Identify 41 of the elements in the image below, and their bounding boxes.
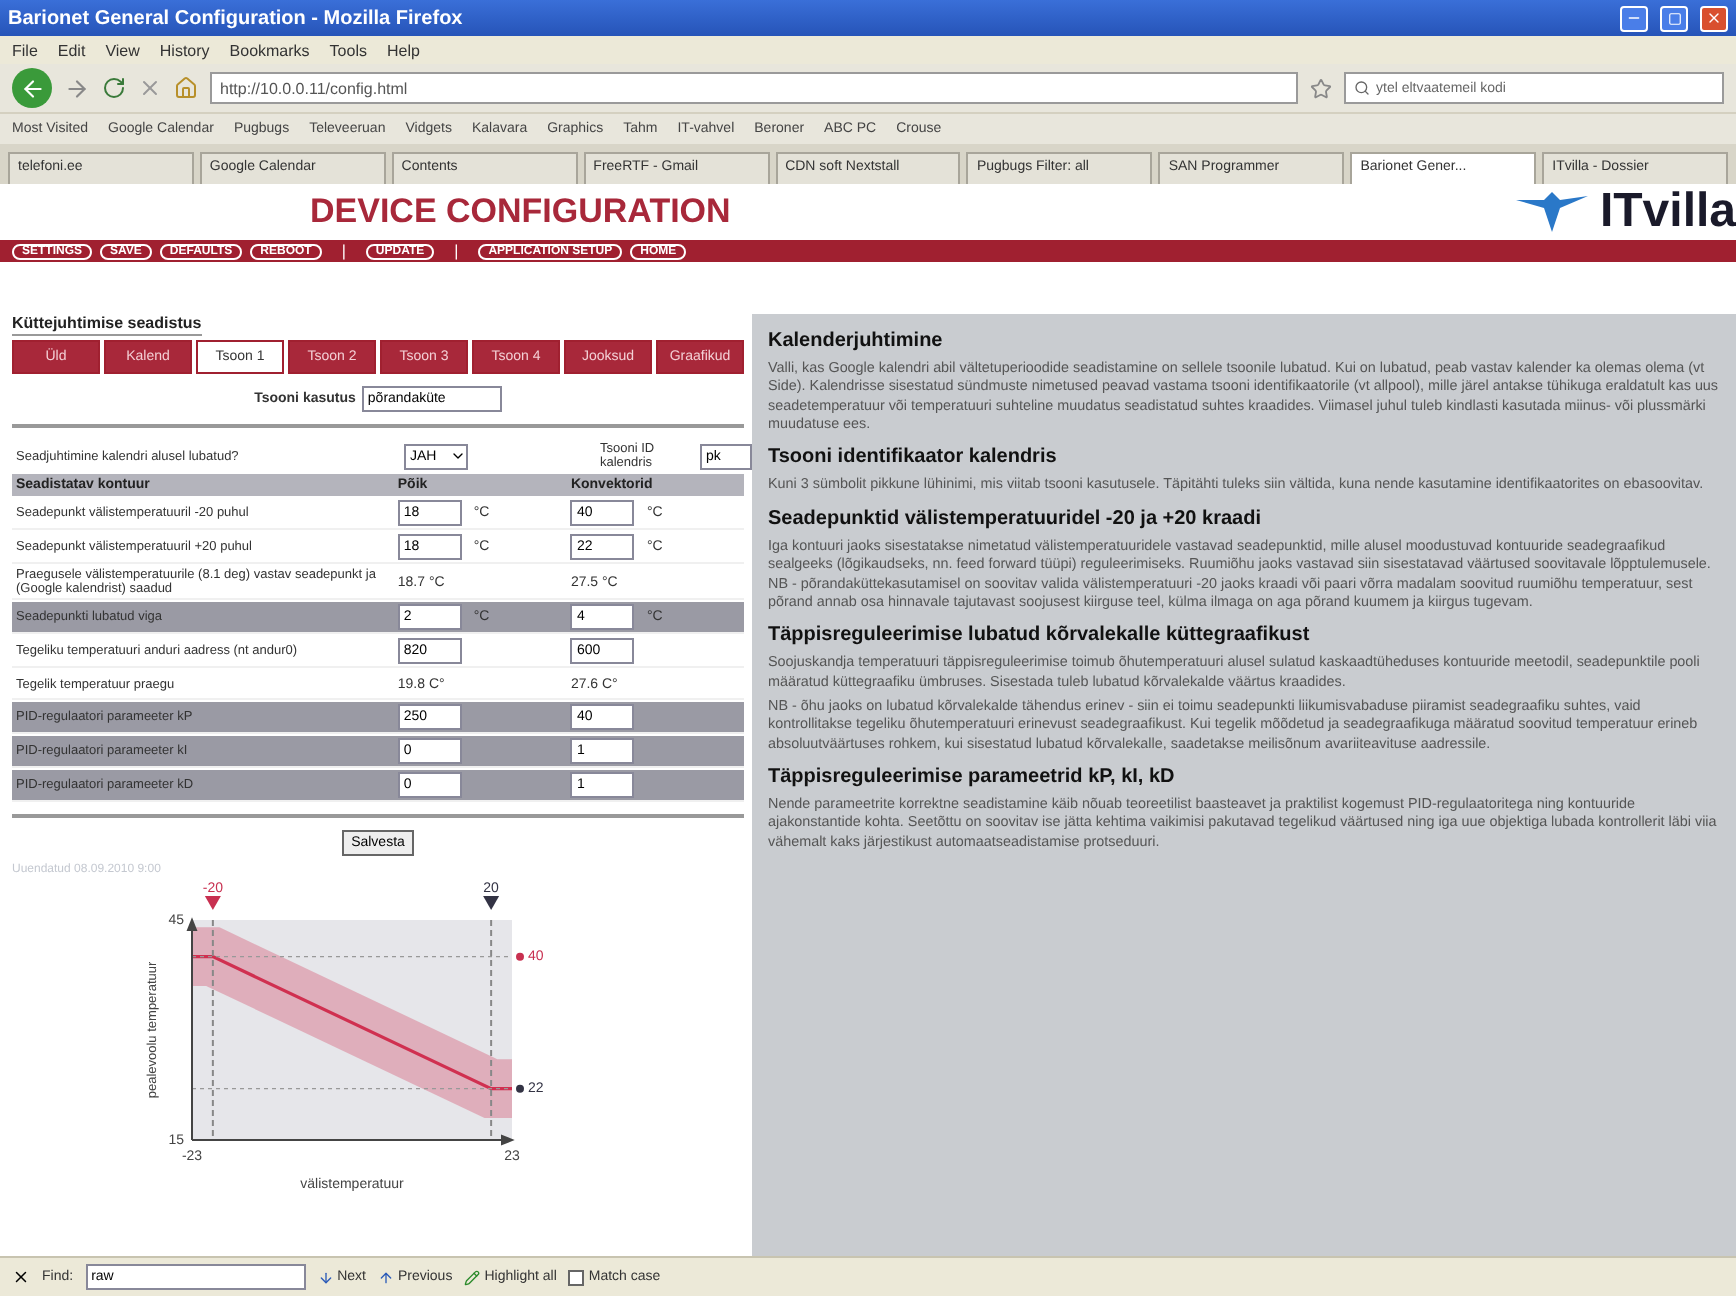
menu-item[interactable]: Tools	[329, 41, 367, 59]
page-heading: DEVICE CONFIGURATION	[310, 192, 733, 232]
chevron-down-icon	[450, 448, 466, 464]
search-icon	[1354, 80, 1370, 96]
form-title: Küttejuhtimise seadistus	[12, 314, 202, 336]
menu-item[interactable]: View	[105, 41, 140, 59]
close-icon	[1706, 10, 1722, 26]
help-heading: Seadepunktid välistemperatuuridel -20 ja +20 kraadi	[768, 507, 1263, 530]
menu-item[interactable]: Bookmarks	[229, 41, 310, 59]
reload-icon[interactable]	[102, 76, 126, 100]
nav-separator: |	[452, 242, 461, 260]
arrow-up-icon	[377, 1269, 394, 1285]
maximize-icon	[1667, 11, 1681, 25]
menu-item[interactable]: Help	[386, 41, 420, 59]
menu-item[interactable]: Edit	[57, 41, 86, 59]
logo-text: ITvilla	[1599, 184, 1736, 240]
marker-icon	[204, 896, 221, 910]
menu-item[interactable]: File	[12, 41, 38, 59]
nav-separator: |	[339, 242, 348, 260]
help-heading: Tsooni identifikaator kalendris	[768, 446, 1059, 469]
help-heading: Kalenderjuhtimine	[768, 330, 945, 352]
arrow-down-icon	[317, 1269, 334, 1285]
back-button[interactable]	[12, 68, 52, 108]
marker-icon	[516, 952, 524, 961]
window-title: Barionet General Configuration - Mozilla Firefox	[8, 7, 465, 29]
maximize-button[interactable]	[1660, 5, 1688, 31]
marker-icon	[483, 896, 500, 910]
pencil-icon	[464, 1269, 481, 1285]
forward-icon[interactable]	[64, 75, 90, 101]
help-heading: Täppisreguleerimise lubatud kõrvalekalle küttegraafikust	[768, 624, 1312, 647]
star-icon[interactable]	[1310, 77, 1332, 99]
stop-icon[interactable]	[138, 76, 162, 100]
close-icon[interactable]	[12, 1268, 30, 1286]
marker-icon	[516, 1084, 524, 1093]
back-arrow-icon	[19, 75, 45, 101]
address-field[interactable]: http://10.0.0.11/config.html	[210, 72, 1298, 104]
home-icon[interactable]	[174, 76, 198, 100]
close-button[interactable]	[1700, 5, 1728, 31]
menu-item[interactable]: History	[159, 41, 210, 59]
help-heading: Täppisreguleerimise parameetrid kP, kI, kD	[768, 766, 1177, 789]
minimize-button[interactable]	[1620, 5, 1648, 31]
